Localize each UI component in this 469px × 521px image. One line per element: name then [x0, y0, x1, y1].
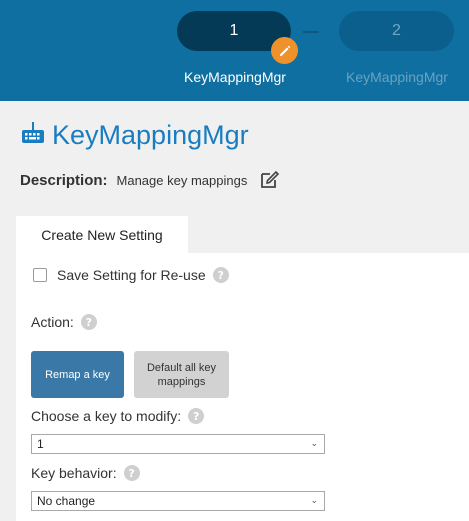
key-behavior-label-row: Key behavior: ? — [31, 465, 140, 481]
save-setting-checkbox[interactable] — [33, 268, 47, 282]
choose-key-select[interactable]: 1 ⌄ — [31, 434, 325, 454]
key-behavior-select[interactable]: No change ⌄ — [31, 491, 325, 511]
tab-create-new-setting[interactable]: Create New Setting — [16, 216, 188, 254]
step-number: 2 — [392, 22, 401, 39]
wizard-step-2[interactable]: 2 — [339, 11, 454, 51]
save-setting-label: Save Setting for Re-use — [57, 267, 206, 283]
help-icon[interactable]: ? — [80, 314, 97, 330]
action-label: Action: — [31, 314, 74, 330]
chevron-down-icon: ⌄ — [310, 495, 318, 505]
description-label: Description: — [20, 171, 108, 189]
chevron-down-icon: ⌄ — [310, 438, 318, 448]
default-all-mappings-button[interactable]: Default all key mappings — [134, 351, 229, 398]
choose-key-label: Choose a key to modify: — [31, 408, 182, 424]
action-label-row: Action: ? — [31, 314, 97, 330]
save-setting-row: Save Setting for Re-use ? — [33, 267, 229, 283]
wizard-step-2-label: KeyMappingMgr — [346, 69, 448, 85]
wizard-header: 1 2 KeyMappingMgr KeyMappingMgr — [0, 0, 469, 101]
description-value: Manage key mappings — [116, 172, 248, 188]
keyboard-icon — [20, 120, 46, 151]
edit-icon[interactable] — [259, 170, 281, 190]
step-number: 1 — [229, 22, 239, 39]
help-icon[interactable]: ? — [212, 267, 229, 283]
key-behavior-value: No change — [37, 494, 96, 508]
page-title-text: KeyMappingMgr — [52, 120, 249, 150]
remap-key-button[interactable]: Remap a key — [31, 351, 124, 398]
help-icon[interactable]: ? — [188, 408, 205, 424]
key-behavior-label: Key behavior: — [31, 465, 117, 481]
description: Description: Manage key mappings — [20, 170, 281, 190]
choose-key-label-row: Choose a key to modify: ? — [31, 408, 205, 424]
wizard-step-1-label: KeyMappingMgr — [184, 69, 286, 85]
step-connector — [303, 31, 319, 33]
help-icon[interactable]: ? — [123, 465, 140, 481]
pencil-icon[interactable] — [271, 37, 298, 64]
choose-key-value: 1 — [37, 437, 44, 451]
page-title: KeyMappingMgr — [20, 120, 249, 151]
